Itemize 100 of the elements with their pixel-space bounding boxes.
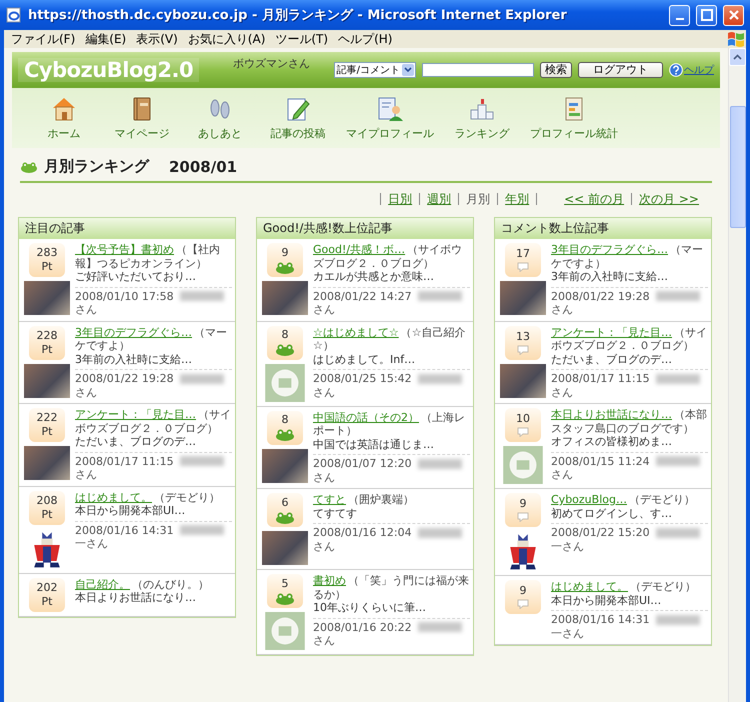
blurred-name xyxy=(180,291,224,302)
article-excerpt: 本日から開発本部UI… xyxy=(551,594,662,607)
author-name: さん xyxy=(313,303,335,316)
photo-placeholder xyxy=(262,531,308,565)
article-link[interactable]: 中国語の話（その2） xyxy=(313,410,419,424)
score-count: 9 xyxy=(520,498,526,510)
score-unit: Pt xyxy=(42,508,52,520)
menu-item[interactable]: お気に入り(A) xyxy=(182,30,270,48)
article-link[interactable]: Good!/共感！ボ… xyxy=(313,243,406,256)
article-link[interactable]: 本日よりお世話になり… xyxy=(551,408,672,421)
author-name: 一さん xyxy=(75,537,108,550)
article-link[interactable]: はじめまして。 xyxy=(551,580,628,593)
photo-placeholder xyxy=(262,448,308,482)
blurred-name xyxy=(180,374,224,384)
post-date: 2008/01/17 11:15 xyxy=(75,454,174,468)
maximize-button[interactable] xyxy=(696,4,717,26)
scroll-up-button[interactable] xyxy=(729,48,746,66)
period-link[interactable]: 日別 xyxy=(380,193,420,205)
menu-item[interactable]: 表示(V) xyxy=(131,30,183,48)
author-name: さん xyxy=(75,468,97,481)
nav-item[interactable]: ランキング xyxy=(444,95,520,141)
close-button[interactable] xyxy=(723,4,744,26)
score-unit: Pt xyxy=(42,344,52,356)
period-label: 2008/01 xyxy=(169,158,238,176)
score-unit: Pt xyxy=(42,261,52,273)
photo-placeholder xyxy=(24,446,70,480)
article-excerpt: オフィスの皆様初めま… xyxy=(551,435,673,448)
article-link[interactable]: 書初め xyxy=(313,574,346,587)
menu-item[interactable]: ファイル(F) xyxy=(6,30,80,48)
score-count: 8 xyxy=(282,414,288,426)
scroll-thumb[interactable] xyxy=(730,106,746,228)
logout-button[interactable]: ログアウト xyxy=(578,62,663,78)
post-date: 2008/01/22 14:27 xyxy=(313,290,412,302)
nav-item[interactable]: マイページ xyxy=(104,95,180,141)
article-link[interactable]: CybozuBlog… xyxy=(551,493,627,506)
photo-placeholder xyxy=(500,364,546,398)
nav-item[interactable]: ホーム xyxy=(26,95,102,141)
search-button[interactable]: 検索 xyxy=(540,62,572,78)
article-link[interactable]: 【次号予告】書初め xyxy=(75,243,174,256)
article-link[interactable]: はじめまして。 xyxy=(75,490,152,504)
window-title: https://thosth.dc.cybozu.co.jp - 月別ランキング - Microsoft Internet Explorer xyxy=(28,7,568,24)
article-excerpt: てすてす xyxy=(313,506,358,520)
help-link[interactable]: ヘルプ xyxy=(684,63,714,77)
minimize-button[interactable] xyxy=(669,4,690,26)
score-count: 17 xyxy=(516,248,530,260)
article-link[interactable]: 自己紹介。 xyxy=(75,578,130,590)
article-link[interactable]: 3年目のデフラグぐら… xyxy=(75,326,192,338)
article-heading: 中国語の話（その2） （上海レポート） xyxy=(313,410,466,438)
search-field[interactable] xyxy=(422,63,534,77)
article-heading: Good!/共感！ボ… （サイボウズブログ２．０ブログ） xyxy=(313,243,464,270)
article-excerpt: 本日から開発本部UI… xyxy=(75,504,186,518)
author-name: さん xyxy=(551,468,573,481)
profile-card-icon xyxy=(376,95,404,123)
maximize-icon xyxy=(700,9,712,21)
blurred-name xyxy=(418,528,462,538)
author-name: さん xyxy=(551,303,573,316)
blurred-name xyxy=(656,374,700,384)
frog-icon xyxy=(275,260,295,274)
menu-item[interactable]: ツール(T) xyxy=(270,30,334,48)
post-date: 2008/01/07 12:20 xyxy=(313,457,412,470)
article-link[interactable]: 3年目のデフラグぐら… xyxy=(551,243,668,256)
scrollbar[interactable] xyxy=(728,48,746,702)
article-heading: はじめまして。 （デモどり） xyxy=(75,490,221,504)
nav-item[interactable]: 記事の投稿 xyxy=(260,95,336,141)
post-date: 2008/01/10 17:58 xyxy=(75,290,174,302)
emblem-picture xyxy=(265,612,305,650)
article-excerpt: 3年前の入社時に支給… xyxy=(75,352,193,366)
score-count: 208 xyxy=(36,494,58,506)
blurred-name xyxy=(180,456,224,466)
score-count: 8 xyxy=(282,329,288,341)
search-scope-select[interactable]: 記事/コメント xyxy=(334,62,416,78)
article-heading: 【次号予告】書初め （【社内報】つるピカオンライン） xyxy=(75,243,221,270)
score-count: 10 xyxy=(516,413,530,425)
menu-item[interactable]: ヘルプ(H) xyxy=(333,30,398,48)
photo-placeholder xyxy=(24,364,70,398)
period-link[interactable]: 年別 xyxy=(497,193,536,205)
nav-item[interactable]: マイプロフィール xyxy=(338,95,442,141)
post-date: 2008/01/22 19:28 xyxy=(551,290,650,302)
help-icon xyxy=(669,63,683,77)
period-link[interactable]: 週別 xyxy=(419,193,458,205)
article-excerpt: 本日よりお世話になり… xyxy=(75,591,197,604)
article-heading: はじめまして。 （デモどり） xyxy=(551,580,697,594)
blurred-name xyxy=(656,291,700,302)
month-link[interactable]: << 前の月 xyxy=(557,193,632,205)
article-link[interactable]: ☆はじめまして☆ xyxy=(313,326,399,338)
nav-item[interactable]: プロフィール統計 xyxy=(522,95,626,141)
article-excerpt: 3年前の入社時に支給… xyxy=(551,270,669,284)
nav-item[interactable]: あしあと xyxy=(182,95,258,141)
menu-item[interactable]: 編集(E) xyxy=(80,30,132,48)
article-link[interactable]: アンケート：「見た目… xyxy=(75,408,196,421)
article-heading: 3年目のデフラグぐら… （マーケですよ） xyxy=(551,243,704,270)
close-icon xyxy=(728,9,740,21)
comment-icon xyxy=(517,427,529,437)
post-date: 2008/01/22 19:28 xyxy=(75,372,174,385)
author-name: さん xyxy=(313,470,335,484)
article-link[interactable]: アンケート：「見た目… xyxy=(551,326,672,338)
score-count: 228 xyxy=(36,330,58,342)
article-excerpt: ただいま、ブログのデ… xyxy=(551,352,673,366)
month-link[interactable]: 次の月 >> xyxy=(632,193,706,205)
article-link[interactable]: てすと xyxy=(313,493,346,506)
